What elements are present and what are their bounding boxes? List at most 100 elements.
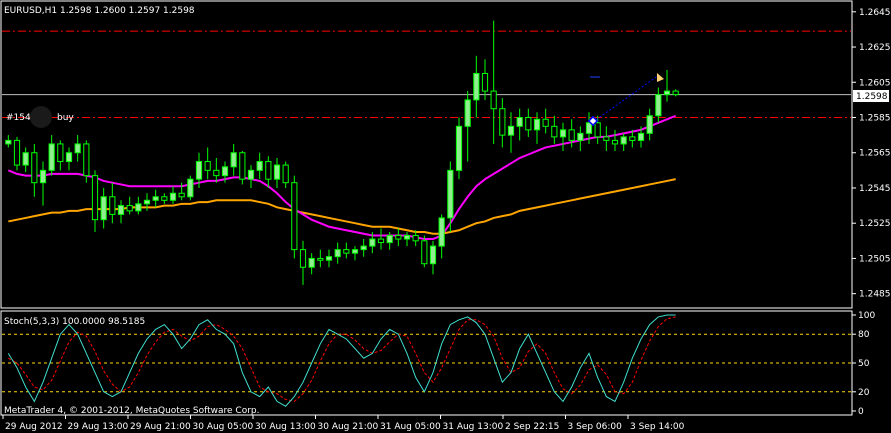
candle-bear — [13, 139, 21, 166]
candle-bull — [507, 125, 515, 136]
current-price-label: 1.2598 — [856, 92, 888, 102]
candle-bull — [48, 143, 55, 171]
candle-bull — [100, 196, 107, 221]
stoch-tick-label: 0 — [858, 407, 864, 417]
candle-bull — [187, 178, 194, 198]
price-tick-label: 1.2485 — [859, 290, 891, 300]
stoch-tick-label: 80 — [858, 330, 870, 340]
candle-bull — [646, 115, 653, 134]
candle-bear — [499, 108, 506, 136]
candle-bull — [334, 249, 341, 258]
candle-bear — [594, 122, 601, 138]
candle-bear — [629, 136, 636, 141]
candle-bull — [256, 161, 263, 171]
candle-bull — [65, 152, 73, 163]
price-tick-label: 1.2585 — [859, 114, 891, 124]
time-tick-label: 3 Sep 14:00 — [630, 422, 685, 432]
time-tick-label: 29 Aug 21:00 — [130, 422, 191, 432]
candle-bull — [135, 203, 142, 212]
candle-bull — [308, 257, 315, 268]
candle-bull — [577, 132, 584, 141]
candle-bull — [230, 152, 237, 168]
price-tick-label: 1.2545 — [859, 184, 891, 194]
candle-bear — [568, 129, 575, 141]
candle-bull — [455, 125, 463, 171]
candle-bull — [74, 143, 81, 154]
chart-background — [0, 0, 891, 433]
price-tick-label: 1.2505 — [859, 254, 891, 264]
trade-label-id: #154 — [6, 113, 31, 123]
candle-bull — [533, 118, 541, 131]
candle-bear — [161, 196, 168, 201]
candle-bear — [213, 169, 220, 177]
stoch-header: Stoch(5,3,3) 100.0000 98.5185 — [4, 317, 145, 327]
candle-bull — [247, 169, 255, 180]
candle-bear — [542, 118, 549, 127]
candle-bull — [464, 99, 471, 127]
candle-bull — [637, 132, 645, 141]
time-tick-label: 30 Aug 21:00 — [318, 422, 379, 432]
candle-bear — [178, 192, 185, 198]
candle-bear — [204, 161, 211, 171]
stoch-tick-label: 100 — [858, 311, 875, 321]
candle-bear — [31, 152, 38, 184]
time-tick-label: 31 Aug 13:00 — [443, 422, 504, 432]
candle-bull — [663, 90, 671, 96]
candle-bull — [351, 249, 359, 254]
time-tick-label: 3 Sep 06:00 — [568, 422, 623, 432]
candle-bear — [377, 238, 385, 244]
candle-bull — [447, 169, 454, 219]
candle-bull — [152, 196, 159, 201]
price-tick-label: 1.2565 — [859, 149, 891, 159]
mt4-chart[interactable]: 1.2645 1.2625 1.2605 1.2585 1.2565 1.2545 1.25… — [0, 0, 891, 433]
candle-bull — [559, 129, 567, 138]
candle-bull — [143, 199, 151, 205]
candle-bull — [403, 235, 411, 240]
candle-bear — [109, 196, 116, 215]
candle-bull — [360, 245, 367, 251]
candle-bear — [421, 240, 428, 265]
candle-bear — [83, 143, 90, 177]
price-tick-label: 1.2625 — [859, 43, 891, 53]
trade-label-avatar — [30, 106, 52, 128]
candle-bear — [239, 152, 246, 180]
candle-bear — [317, 257, 324, 261]
candle-bear — [603, 136, 610, 141]
candle-bull — [516, 117, 523, 127]
candle-bear — [551, 125, 558, 138]
candle-bear — [395, 235, 402, 240]
candle-bull — [585, 122, 593, 134]
candle-bull — [438, 217, 445, 247]
trade-label-side: buy — [57, 113, 74, 123]
candle-bear — [490, 90, 497, 110]
candle-bull — [325, 256, 333, 261]
price-tick-label: 1.2605 — [859, 78, 891, 88]
candle-bear — [126, 205, 133, 212]
candle-bull — [655, 94, 662, 117]
candle-bear — [525, 117, 532, 131]
candle-bear — [91, 175, 99, 221]
candle-bull — [5, 139, 12, 145]
stoch-tick-label: 50 — [858, 359, 870, 369]
candle-bull — [369, 238, 376, 247]
candle-bull — [22, 152, 29, 166]
time-tick-label: 30 Aug 05:00 — [193, 422, 254, 432]
candle-bull — [620, 136, 627, 145]
candle-bull — [473, 72, 480, 101]
candle-bear — [611, 139, 619, 145]
candle-bull — [195, 161, 203, 180]
candle-bear — [672, 90, 679, 96]
copyright-text: MetaTrader 4, © 2001-2012, MetaQuotes So… — [4, 406, 260, 416]
candle-bull — [386, 235, 393, 244]
candle-bear — [57, 143, 64, 163]
time-tick-label: 2 Sep 22:15 — [505, 422, 559, 432]
time-tick-label: 29 Aug 2012 — [5, 422, 63, 432]
candle-bull — [39, 169, 47, 184]
price-tick-label: 1.2525 — [859, 219, 891, 229]
candle-bull — [169, 192, 177, 201]
candle-bull — [221, 166, 229, 177]
time-tick-label: 31 Aug 05:00 — [380, 422, 441, 432]
time-tick-label: 30 Aug 13:00 — [255, 422, 316, 432]
candle-bull — [117, 205, 125, 215]
candle-bear — [282, 164, 289, 184]
